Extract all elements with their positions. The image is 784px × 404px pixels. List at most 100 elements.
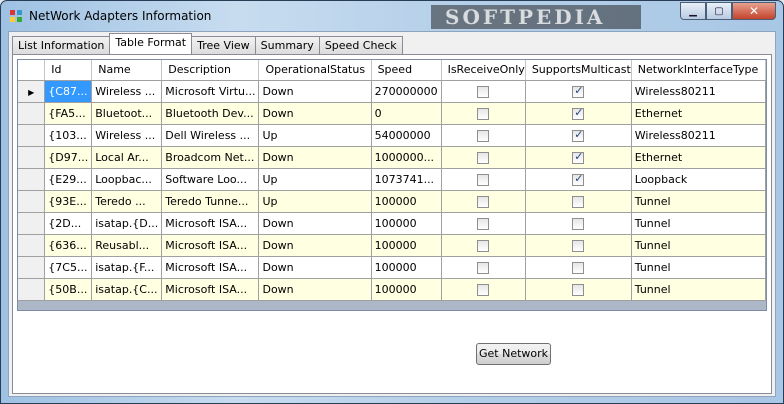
tab-list-information[interactable]: List Information (12, 36, 111, 54)
table-row[interactable]: {50B... isatap.{C... Microsoft ISA... Down 1… (18, 278, 766, 301)
is-receive-only-cell[interactable] (441, 234, 526, 257)
adapters-grid[interactable]: Id Name Description OperationalStatus Sp… (17, 59, 767, 311)
name-cell[interactable]: isatap.{F... (91, 256, 163, 279)
is-receive-only-cell[interactable] (441, 124, 526, 147)
supports-multicast-cell[interactable] (525, 124, 632, 147)
row-header[interactable] (18, 212, 46, 235)
type-cell[interactable]: Tunnel (631, 212, 766, 235)
checkbox[interactable] (572, 84, 585, 98)
id-cell[interactable]: {50B... (44, 278, 93, 301)
checkbox[interactable] (572, 128, 585, 142)
is-receive-only-cell[interactable] (441, 102, 526, 125)
is-receive-only-cell[interactable] (441, 80, 526, 103)
checkbox[interactable] (477, 85, 490, 98)
description-cell[interactable]: Microsoft ISA... (161, 256, 260, 279)
close-button[interactable]: ✕ (732, 2, 776, 20)
checkbox[interactable] (572, 106, 585, 120)
type-cell[interactable]: Wireless80211 (631, 124, 766, 147)
checkbox[interactable] (477, 129, 490, 142)
tab-summary[interactable]: Summary (254, 36, 320, 54)
type-cell[interactable]: Loopback (631, 168, 766, 191)
column-header-operational-status[interactable]: OperationalStatus (258, 60, 372, 81)
name-cell[interactable]: Bluetoot... (91, 102, 163, 125)
get-network-button[interactable]: Get Network (476, 343, 551, 365)
id-cell[interactable]: {7C5... (44, 256, 93, 279)
status-cell[interactable]: Down (258, 80, 372, 103)
checkbox[interactable] (477, 107, 490, 120)
table-row[interactable]: {FA5...Bluetoot...Bluetooth Dev...Down0 E… (18, 102, 766, 125)
title-bar[interactable]: NetWork Adapters Information SOFTPEDIA ▁… (1, 1, 783, 31)
is-receive-only-cell[interactable] (441, 146, 526, 169)
checkbox[interactable] (572, 239, 585, 252)
type-cell[interactable]: Tunnel (631, 256, 766, 279)
column-header-is-receive-only[interactable]: IsReceiveOnly (441, 60, 526, 81)
is-receive-only-cell[interactable] (441, 278, 526, 301)
id-cell[interactable]: {D97... (44, 146, 93, 169)
supports-multicast-cell[interactable] (525, 278, 632, 301)
column-header-supports-multicast[interactable]: SupportsMulticast (525, 60, 632, 81)
table-row[interactable]: {103... Wireless ... Dell Wireless ... Up 54… (18, 124, 766, 147)
supports-multicast-cell[interactable] (525, 80, 632, 103)
speed-cell[interactable]: 1000000... (371, 146, 442, 169)
status-cell[interactable]: Down (258, 234, 372, 257)
minimize-button[interactable]: ▁ (680, 2, 706, 20)
table-row[interactable]: ▶ {C87... Wireless ... Microsoft Virtu... Do… (18, 80, 766, 103)
tab-table-format[interactable]: Table Format (109, 33, 193, 54)
name-cell[interactable]: isatap.{C... (91, 278, 163, 301)
name-cell[interactable]: Loopbac... (91, 168, 163, 191)
id-cell[interactable]: {93E... (44, 190, 93, 213)
row-header[interactable]: ▶ (18, 80, 46, 103)
row-header[interactable] (18, 168, 46, 191)
supports-multicast-cell[interactable] (525, 234, 632, 257)
name-cell[interactable]: Local Ar... (91, 146, 163, 169)
column-header-id[interactable]: Id (44, 60, 93, 81)
id-cell[interactable]: {FA5... (44, 102, 93, 125)
row-header[interactable] (18, 190, 46, 213)
checkbox[interactable] (477, 283, 490, 296)
checkbox[interactable] (477, 173, 490, 186)
id-cell[interactable]: {C87... (44, 80, 93, 103)
id-cell[interactable]: {103... (44, 124, 93, 147)
checkbox[interactable] (477, 151, 490, 164)
speed-cell[interactable]: 100000 (371, 212, 442, 235)
type-cell[interactable]: Ethernet (631, 146, 766, 169)
type-cell[interactable]: Tunnel (631, 278, 766, 301)
speed-cell[interactable]: 54000000 (371, 124, 442, 147)
description-cell[interactable]: Microsoft Virtu... (161, 80, 260, 103)
description-cell[interactable]: Broadcom Net... (161, 146, 260, 169)
name-cell[interactable]: isatap.{D... (91, 212, 163, 235)
corner-header[interactable] (18, 60, 46, 81)
is-receive-only-cell[interactable] (441, 190, 526, 213)
speed-cell[interactable]: 100000 (371, 190, 442, 213)
speed-cell[interactable]: 270000000 (371, 80, 442, 103)
checkbox[interactable] (477, 239, 490, 252)
status-cell[interactable]: Down (258, 102, 372, 125)
supports-multicast-cell[interactable] (525, 168, 632, 191)
status-cell[interactable]: Up (258, 124, 372, 147)
type-cell[interactable]: Ethernet (631, 102, 766, 125)
id-cell[interactable]: {636... (44, 234, 93, 257)
row-header[interactable] (18, 146, 46, 169)
row-header[interactable] (18, 124, 46, 147)
checkbox[interactable] (572, 195, 585, 208)
supports-multicast-cell[interactable] (525, 146, 632, 169)
checkbox[interactable] (572, 283, 585, 296)
description-cell[interactable]: Teredo Tunne... (161, 190, 260, 213)
id-cell[interactable]: {E29... (44, 168, 93, 191)
name-cell[interactable]: Teredo ... (91, 190, 163, 213)
status-cell[interactable]: Down (258, 256, 372, 279)
tab-speed-check[interactable]: Speed Check (318, 36, 403, 54)
speed-cell[interactable]: 0 (371, 102, 442, 125)
type-cell[interactable]: Wireless80211 (631, 80, 766, 103)
row-header[interactable] (18, 234, 46, 257)
checkbox[interactable] (572, 150, 585, 164)
description-cell[interactable]: Microsoft ISA... (161, 234, 260, 257)
status-cell[interactable]: Down (258, 212, 372, 235)
description-cell[interactable]: Bluetooth Dev... (161, 102, 260, 125)
checkbox[interactable] (572, 217, 585, 230)
status-cell[interactable]: Up (258, 168, 372, 191)
is-receive-only-cell[interactable] (441, 168, 526, 191)
type-cell[interactable]: Tunnel (631, 234, 766, 257)
tab-tree-view[interactable]: Tree View (191, 36, 256, 54)
row-header[interactable] (18, 102, 46, 125)
